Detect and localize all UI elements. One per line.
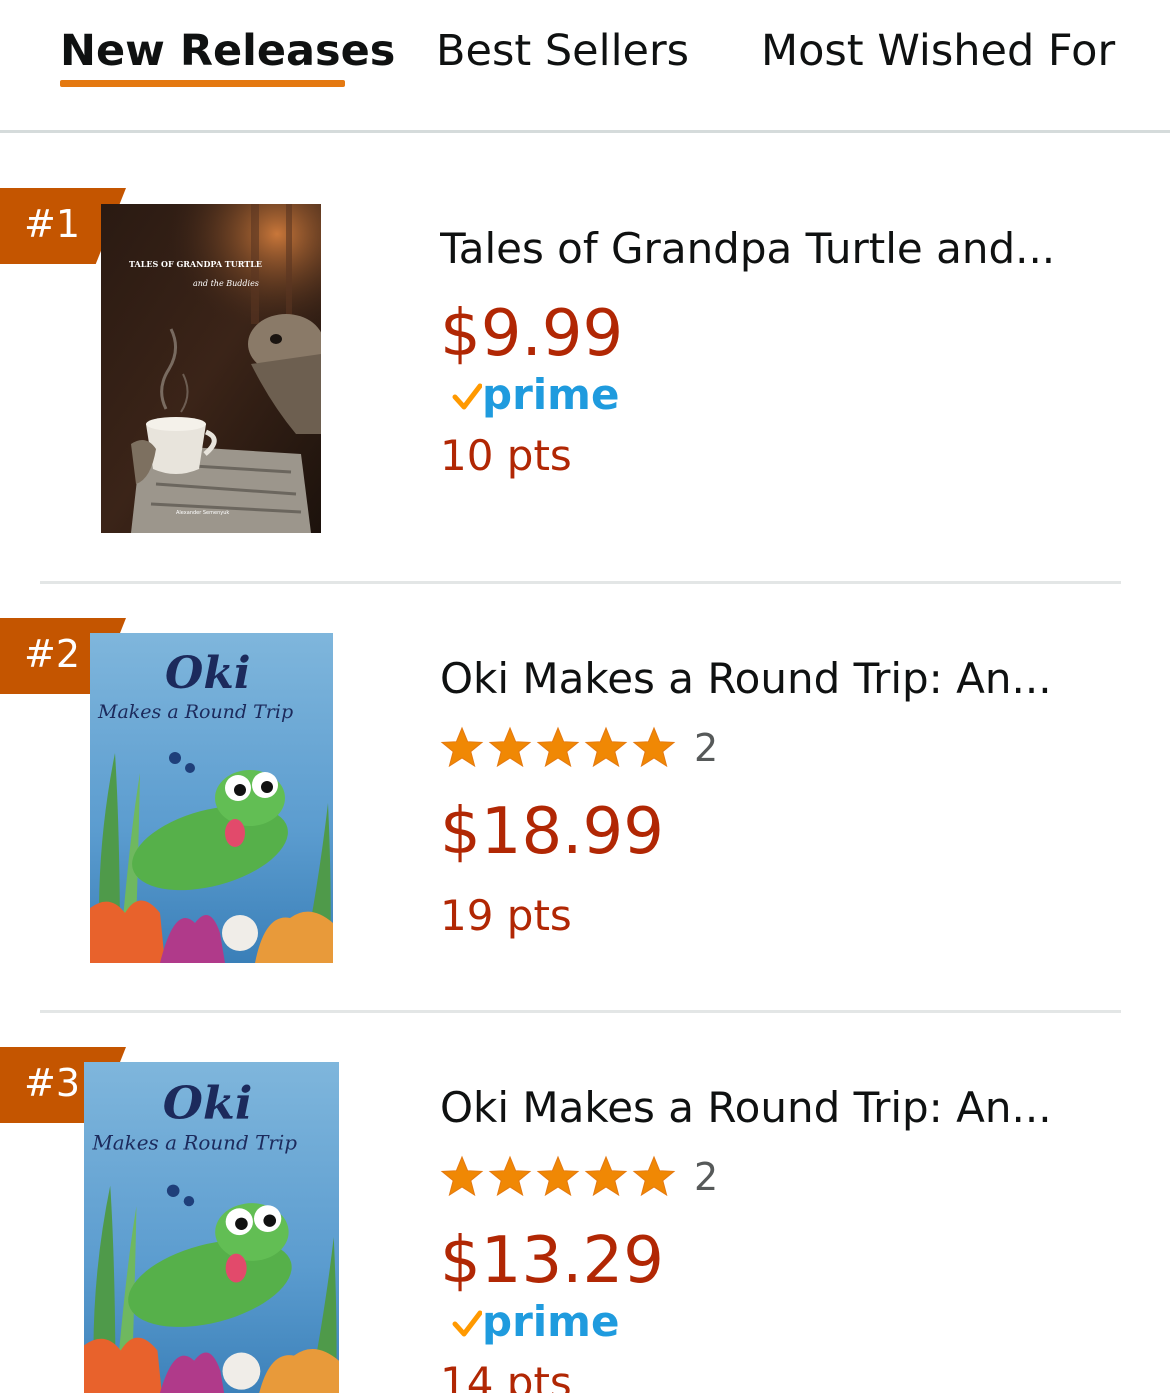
svg-text:TALES OF GRANDPA TURTLE: TALES OF GRANDPA TURTLE — [129, 259, 262, 269]
oki-cover-art: Oki Makes a Round Trip — [84, 1062, 339, 1393]
prime-label: prime — [482, 1297, 620, 1346]
star-rating[interactable]: 2 — [440, 1153, 718, 1201]
product-title[interactable]: Oki Makes a Round Trip: An... — [440, 652, 1120, 706]
cover-title: Oki — [165, 648, 251, 699]
svg-text:Alexander Semenyuk: Alexander Semenyuk — [176, 510, 229, 516]
reward-points: 14 pts — [440, 1358, 572, 1393]
oki-cover-art: Oki Makes a Round Trip — [90, 633, 333, 963]
star-rating[interactable]: 2 — [440, 724, 718, 772]
prime-badge: prime — [452, 370, 619, 420]
turtle-cover-art: TALES OF GRANDPA TURTLE and the Buddies … — [101, 204, 321, 533]
rating-count: 2 — [694, 1155, 719, 1199]
prime-label: prime — [482, 370, 620, 419]
item-divider — [40, 1010, 1121, 1013]
cover-title: Oki — [163, 1076, 253, 1130]
tab-new-releases[interactable]: New Releases — [60, 24, 395, 78]
product-price: $9.99 — [440, 297, 624, 371]
product-title[interactable]: Tales of Grandpa Turtle and... — [440, 222, 1120, 276]
prime-check-icon — [452, 383, 482, 409]
new-releases-page: New Releases Best Sellers Most Wished Fo… — [0, 0, 1170, 1393]
five-stars-icon — [440, 1155, 676, 1197]
rank-number: #1 — [24, 202, 81, 246]
cover-subtitle: Makes a Round Trip — [91, 1132, 297, 1155]
book-cover-oki-image[interactable]: Oki Makes a Round Trip — [84, 1062, 339, 1393]
rank-number: #3 — [24, 1061, 81, 1105]
reward-points: 10 pts — [440, 431, 572, 480]
svg-text:and the Buddies: and the Buddies — [193, 279, 259, 288]
tab-scroll-fade — [1130, 0, 1170, 128]
category-tab-bar: New Releases Best Sellers Most Wished Fo… — [0, 0, 1170, 133]
rank-number: #2 — [24, 632, 81, 676]
active-tab-indicator — [60, 80, 345, 87]
book-cover-turtle-image[interactable]: TALES OF GRANDPA TURTLE and the Buddies … — [101, 204, 321, 533]
five-stars-icon — [440, 726, 676, 768]
prime-check-icon — [452, 1310, 482, 1336]
product-price: $18.99 — [440, 795, 664, 869]
tab-most-wished-for[interactable]: Most Wished For — [761, 24, 1115, 78]
prime-badge: prime — [452, 1297, 619, 1347]
product-title[interactable]: Oki Makes a Round Trip: An... — [440, 1081, 1120, 1135]
tab-best-sellers[interactable]: Best Sellers — [436, 24, 689, 78]
book-cover-oki-image[interactable]: Oki Makes a Round Trip — [90, 633, 333, 963]
item-divider — [40, 581, 1121, 584]
cover-subtitle: Makes a Round Trip — [97, 701, 293, 723]
rating-count: 2 — [694, 726, 719, 770]
product-price: $13.29 — [440, 1224, 664, 1298]
reward-points: 19 pts — [440, 891, 572, 940]
